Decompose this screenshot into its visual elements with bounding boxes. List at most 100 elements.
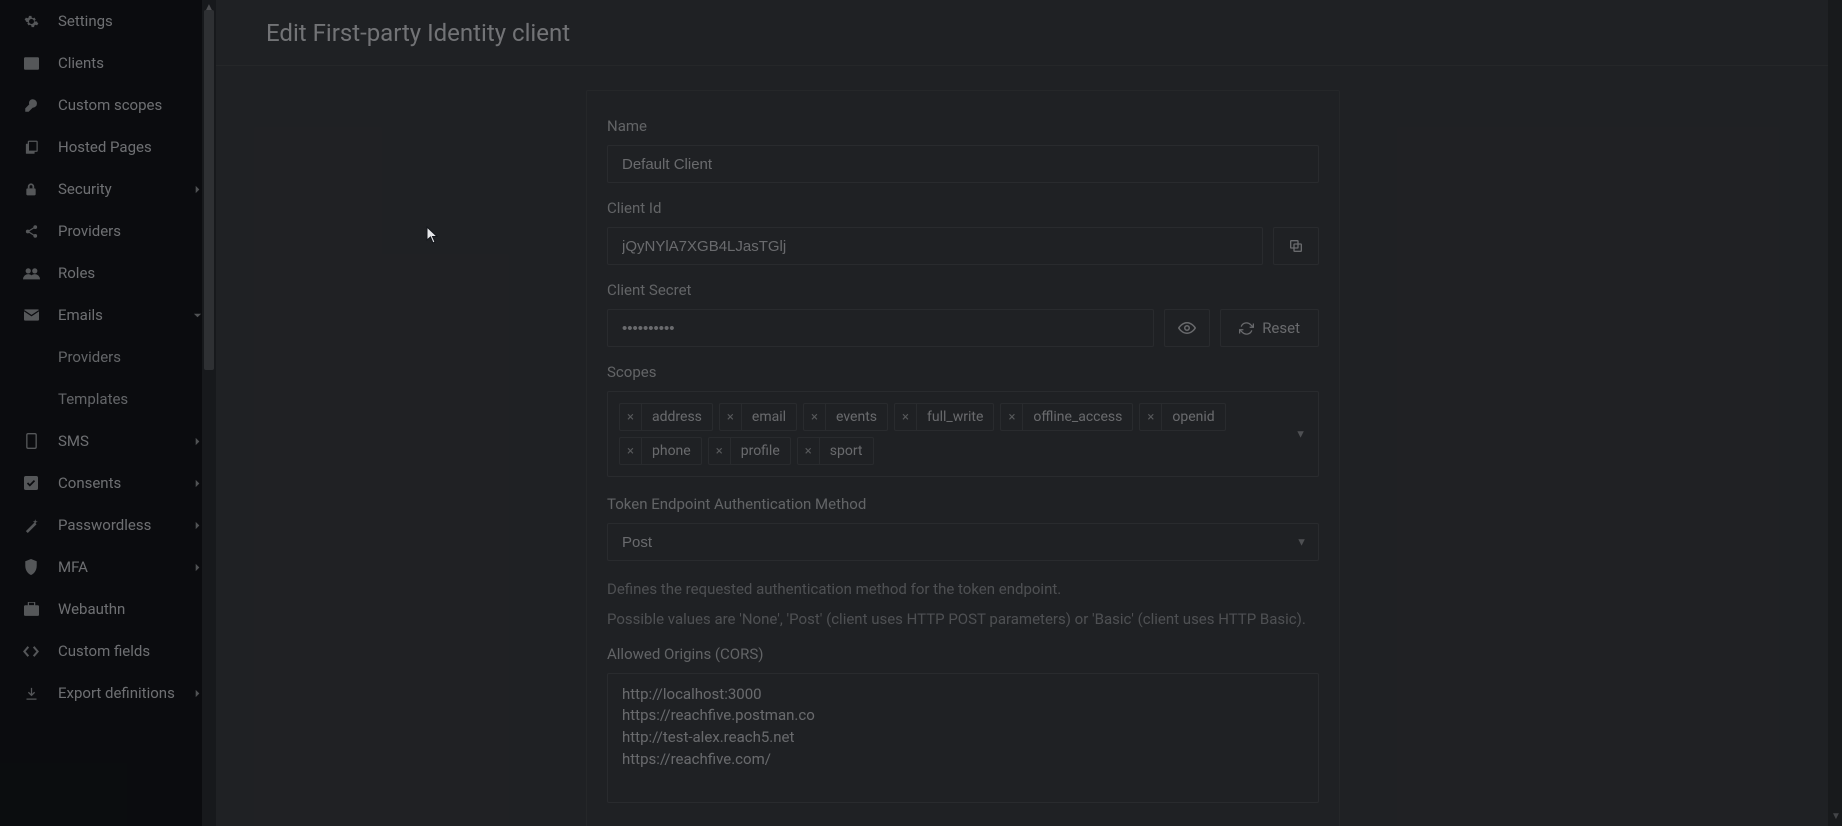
client-form: Name Client Id Client Secret	[586, 90, 1340, 826]
reset-label: Reset	[1262, 319, 1300, 337]
client-secret-label: Client Secret	[607, 281, 1319, 299]
chevron-right-icon	[193, 521, 202, 530]
name-input[interactable]	[607, 145, 1319, 183]
scopes-multiselect[interactable]: ×address×email×events×full_write×offline…	[607, 391, 1319, 477]
chevron-right-icon	[193, 479, 202, 488]
scope-tag-address: ×address	[619, 403, 713, 431]
chevron-right-icon	[193, 185, 202, 194]
client-secret-input[interactable]	[607, 309, 1154, 347]
sidebar-subitem-providers[interactable]: Providers	[0, 336, 216, 378]
client-id-input[interactable]	[607, 227, 1263, 265]
chevron-right-icon	[193, 437, 202, 446]
token-method-help-2: Possible values are 'None', 'Post' (clie…	[607, 609, 1319, 631]
scope-tag-profile: ×profile	[708, 437, 791, 465]
sidebar-item-emails[interactable]: Emails	[0, 294, 216, 336]
token-method-value[interactable]	[607, 523, 1319, 561]
sidebar-item-label: MFA	[58, 558, 88, 576]
scope-label: address	[642, 409, 712, 425]
pages-icon	[22, 140, 40, 155]
sidebar-item-label: Security	[58, 180, 112, 198]
sidebar-item-webauthn[interactable]: Webauthn	[0, 588, 216, 630]
key-icon	[22, 98, 40, 113]
remove-scope-full_write[interactable]: ×	[895, 404, 917, 430]
remove-scope-sport[interactable]: ×	[798, 438, 820, 464]
eye-icon	[1178, 319, 1196, 337]
refresh-icon	[1239, 321, 1254, 336]
sidebar-item-sms[interactable]: SMS	[0, 420, 216, 462]
sidebar-item-custom-fields[interactable]: Custom fields	[0, 630, 216, 672]
sidebar-item-label: Hosted Pages	[58, 138, 152, 156]
copy-client-id-button[interactable]	[1273, 227, 1319, 265]
sidebar-item-label: Custom scopes	[58, 96, 162, 114]
page-header: Edit First-party Identity client	[216, 0, 1842, 66]
main-panel: ▼ Edit First-party Identity client Name …	[216, 0, 1842, 826]
sidebar-item-settings[interactable]: Settings	[0, 0, 216, 42]
sidebar-item-label: Custom fields	[58, 642, 150, 660]
sidebar-item-label: Passwordless	[58, 516, 151, 534]
sidebar-item-label: Settings	[58, 12, 113, 30]
caret-down-icon: ▼	[1295, 428, 1306, 441]
scope-label: phone	[642, 443, 701, 459]
scope-tag-full_write: ×full_write	[894, 403, 994, 431]
sidebar-item-label: Export definitions	[58, 684, 175, 702]
remove-scope-phone[interactable]: ×	[620, 438, 642, 464]
remove-scope-offline_access[interactable]: ×	[1001, 404, 1023, 430]
sidebar-item-hosted-pages[interactable]: Hosted Pages	[0, 126, 216, 168]
remove-scope-address[interactable]: ×	[620, 404, 642, 430]
sidebar-item-label: Consents	[58, 474, 121, 492]
remove-scope-email[interactable]: ×	[720, 404, 742, 430]
sidebar-item-passwordless[interactable]: Passwordless	[0, 504, 216, 546]
sidebar-item-clients[interactable]: Clients	[0, 42, 216, 84]
sidebar-item-label: Clients	[58, 54, 104, 72]
scope-tag-email: ×email	[719, 403, 797, 431]
scope-tag-offline_access: ×offline_access	[1000, 403, 1133, 431]
reveal-secret-button[interactable]	[1164, 309, 1210, 347]
sidebar-item-label: Webauthn	[58, 600, 125, 618]
token-method-label: Token Endpoint Authentication Method	[607, 495, 1319, 513]
main-scrollbar[interactable]: ▼	[1828, 0, 1842, 826]
envelope-icon	[22, 309, 40, 321]
briefcase-icon	[22, 602, 40, 616]
reset-secret-button[interactable]: Reset	[1220, 309, 1319, 347]
sidebar-item-roles[interactable]: Roles	[0, 252, 216, 294]
cors-textarea[interactable]	[607, 673, 1319, 804]
scope-tag-openid: ×openid	[1139, 403, 1225, 431]
page-title: Edit First-party Identity client	[266, 19, 570, 47]
sidebar-item-consents[interactable]: Consents	[0, 462, 216, 504]
sidebar-item-export-definitions[interactable]: Export definitions	[0, 672, 216, 714]
sidebar-item-custom-scopes[interactable]: Custom scopes	[0, 84, 216, 126]
sidebar-item-mfa[interactable]: MFA	[0, 546, 216, 588]
remove-scope-profile[interactable]: ×	[709, 438, 731, 464]
scope-tag-sport: ×sport	[797, 437, 874, 465]
card-icon	[22, 57, 40, 70]
mobile-icon	[22, 433, 40, 449]
scope-label: offline_access	[1023, 409, 1132, 425]
scope-label: sport	[820, 443, 873, 459]
scope-tag-phone: ×phone	[619, 437, 702, 465]
scope-label: profile	[731, 443, 790, 459]
cors-label: Allowed Origins (CORS)	[607, 645, 1319, 663]
scope-label: events	[826, 409, 887, 425]
client-id-label: Client Id	[607, 199, 1319, 217]
sidebar-subitem-templates[interactable]: Templates	[0, 378, 216, 420]
copy-icon	[1288, 238, 1304, 254]
remove-scope-openid[interactable]: ×	[1140, 404, 1162, 430]
scope-tag-events: ×events	[803, 403, 888, 431]
remove-scope-events[interactable]: ×	[804, 404, 826, 430]
scroll-down-icon[interactable]: ▼	[1831, 811, 1841, 822]
scope-label: full_write	[917, 409, 993, 425]
share-icon	[22, 224, 40, 239]
sidebar-item-label: SMS	[58, 432, 89, 450]
sidebar-item-label: Emails	[58, 306, 103, 324]
scopes-label: Scopes	[607, 363, 1319, 381]
sidebar-item-providers[interactable]: Providers	[0, 210, 216, 252]
scope-label: email	[742, 409, 796, 425]
code-icon	[22, 645, 40, 658]
sidebar-item-security[interactable]: Security	[0, 168, 216, 210]
gear-icon	[22, 14, 40, 29]
sidebar-item-label: Roles	[58, 264, 95, 282]
check-square-icon	[22, 476, 40, 490]
chevron-right-icon	[193, 689, 202, 698]
token-method-select[interactable]: ▼	[607, 523, 1319, 561]
export-icon	[22, 686, 40, 701]
